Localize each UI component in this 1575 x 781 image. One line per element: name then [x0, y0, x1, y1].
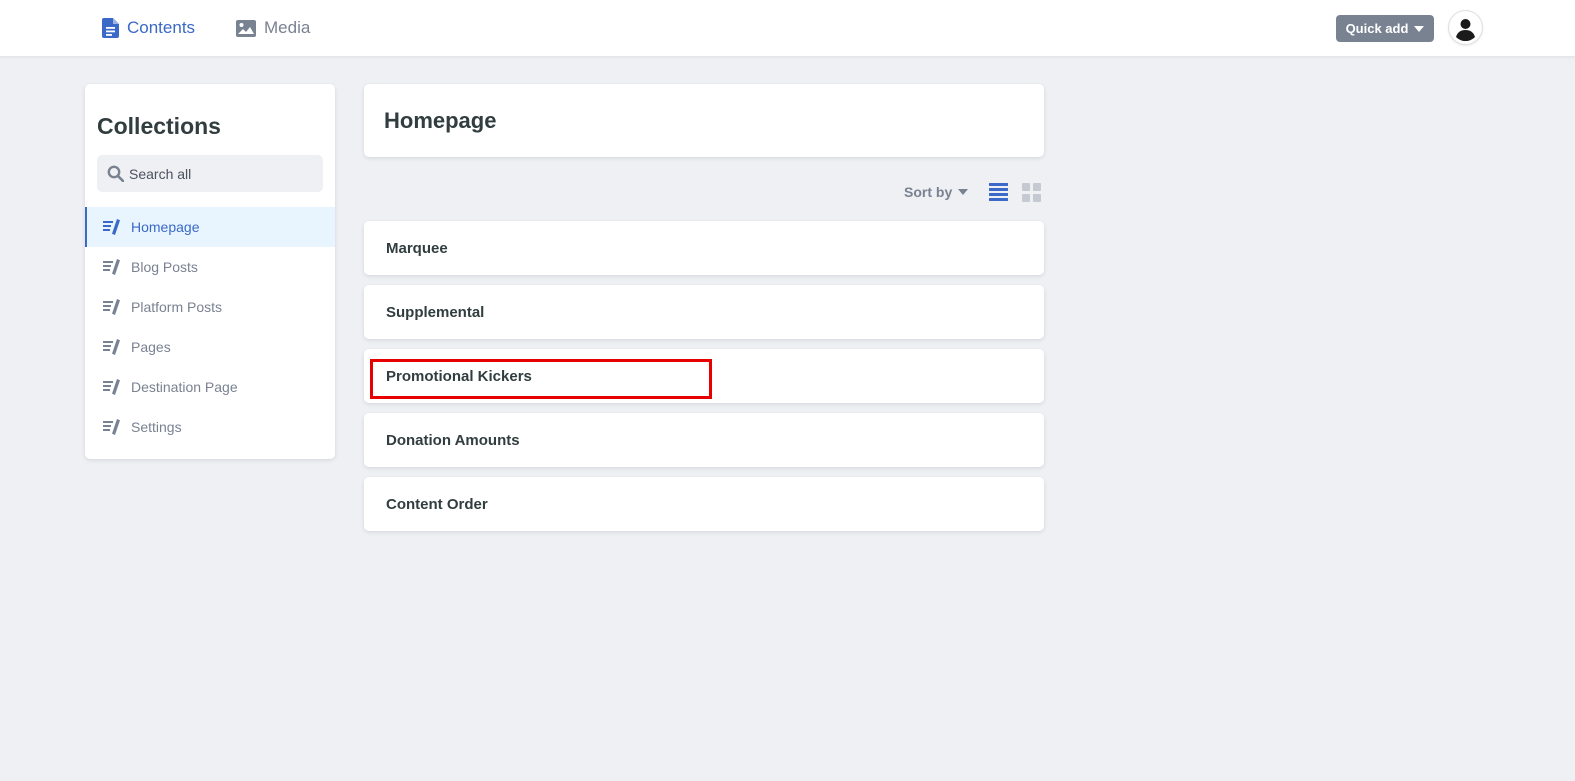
collections-sidebar: Collections Homepage Blog Posts	[85, 84, 335, 459]
sidebar-item-label: Blog Posts	[131, 259, 198, 275]
entry-label: Promotional Kickers	[386, 368, 532, 385]
list-item[interactable]: Donation Amounts	[364, 413, 1044, 467]
top-bar: Contents Media Quick add	[0, 0, 1575, 56]
quick-add-label: Quick add	[1345, 21, 1409, 36]
sidebar-item-destination-page[interactable]: Destination Page	[85, 367, 335, 407]
sidebar-item-label: Homepage	[131, 219, 200, 235]
entry-label: Marquee	[386, 240, 448, 257]
quick-add-button[interactable]: Quick add	[1336, 15, 1434, 42]
entry-label: Donation Amounts	[386, 432, 520, 449]
edit-list-icon	[103, 379, 120, 395]
sidebar-item-label: Destination Page	[131, 379, 238, 395]
sidebar-item-blog-posts[interactable]: Blog Posts	[85, 247, 335, 287]
document-icon	[102, 18, 119, 38]
grid-view-icon	[1022, 183, 1041, 202]
sidebar-item-settings[interactable]: Settings	[85, 407, 335, 447]
sidebar-item-homepage[interactable]: Homepage	[85, 207, 335, 247]
entry-label: Content Order	[386, 496, 488, 513]
sidebar-title: Collections	[97, 113, 221, 139]
nav-media-label: Media	[264, 18, 311, 37]
image-icon	[236, 19, 256, 37]
edit-list-icon	[103, 419, 120, 435]
edit-list-icon	[103, 339, 120, 355]
search-icon	[107, 165, 124, 182]
sidebar-item-label: Settings	[131, 419, 182, 435]
sort-by-dropdown[interactable]: Sort by	[904, 181, 969, 203]
sidebar-item-label: Platform Posts	[131, 299, 223, 315]
edit-list-icon	[103, 219, 120, 235]
user-icon	[1452, 14, 1479, 41]
entry-label: Supplemental	[386, 304, 485, 321]
chevron-down-icon	[958, 189, 969, 195]
grid-view-button[interactable]	[1022, 182, 1041, 207]
chevron-down-icon	[1414, 25, 1425, 32]
nav-contents-label: Contents	[127, 18, 196, 37]
list-item[interactable]: Content Order	[364, 477, 1044, 531]
search-box[interactable]	[97, 155, 323, 192]
sidebar-item-label: Pages	[131, 339, 171, 355]
list-view-icon	[989, 183, 1008, 201]
page-title: Homepage	[384, 108, 497, 133]
sidebar-item-platform-posts[interactable]: Platform Posts	[85, 287, 335, 327]
list-view-button[interactable]	[989, 182, 1008, 207]
edit-list-icon	[103, 259, 120, 275]
list-item[interactable]: Supplemental	[364, 285, 1044, 339]
edit-list-icon	[103, 299, 120, 315]
search-input[interactable]	[129, 165, 319, 182]
sidebar-item-pages[interactable]: Pages	[85, 327, 335, 367]
collection-list: Homepage Blog Posts Platform Posts Pages…	[85, 207, 335, 447]
sort-by-label: Sort by	[904, 184, 953, 200]
avatar[interactable]	[1449, 11, 1482, 44]
nav-contents[interactable]: Contents	[102, 0, 195, 56]
nav-media[interactable]: Media	[236, 0, 310, 56]
list-item[interactable]: Promotional Kickers	[364, 349, 1044, 403]
list-item[interactable]: Marquee	[364, 221, 1044, 275]
collection-header: Homepage	[364, 84, 1044, 157]
